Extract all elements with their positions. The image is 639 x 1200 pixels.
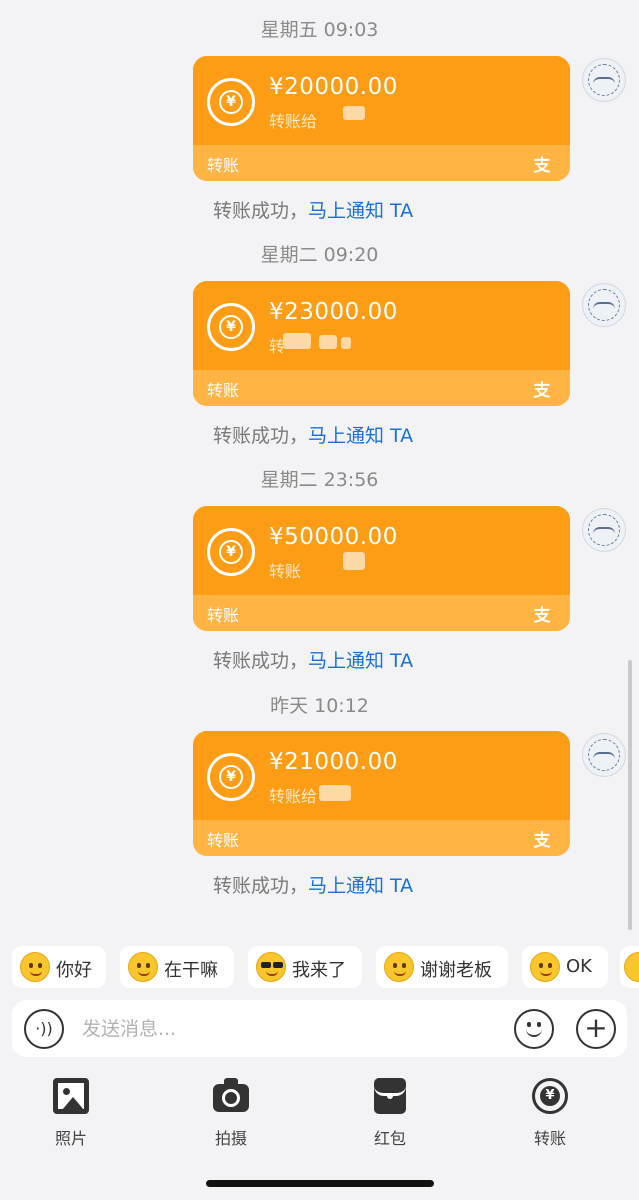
redaction xyxy=(343,552,365,570)
transfer-card-footer: 转账 支 xyxy=(193,145,570,181)
quick-reply-chip[interactable]: 你好 xyxy=(12,946,106,988)
transfer-status: 转账成功，马上通知 TA xyxy=(213,196,413,223)
wink-emoji-icon xyxy=(20,952,50,982)
message-timestamp: 星期二 09:20 xyxy=(260,244,379,266)
transfer-card-label: 转账 xyxy=(207,156,240,175)
transfer-card[interactable]: ¥ ¥23000.00 转 转账 支 xyxy=(193,281,570,406)
quick-reply-bar: 你好 在干嘛 我来了 谢谢老板 OK xyxy=(0,946,639,990)
quick-reply-chip[interactable]: OK xyxy=(522,946,608,988)
quick-reply-chip-partial[interactable] xyxy=(620,946,639,988)
contact-avatar[interactable] xyxy=(582,283,626,327)
transfer-card-body: ¥ ¥20000.00 转账给 xyxy=(193,56,570,145)
alipay-icon: 支 xyxy=(533,381,551,401)
ok-emoji-icon xyxy=(530,952,560,982)
photo-icon xyxy=(53,1078,89,1114)
redaction xyxy=(343,106,365,120)
chat-area: 星期五 09:03 ¥ ¥20000.00 转账给 转账 支 转账成功，马上通知… xyxy=(0,0,639,940)
notify-link[interactable]: 马上通知 TA xyxy=(308,650,413,672)
status-text: 转账成功， xyxy=(213,650,309,672)
status-text: 转账成功， xyxy=(213,875,309,897)
transfer-card[interactable]: ¥ ¥21000.00 转账给 转账 支 xyxy=(193,731,570,856)
transfer-card[interactable]: ¥ ¥20000.00 转账给 转账 支 xyxy=(193,56,570,181)
transfer-amount: ¥20000.00 xyxy=(269,74,398,100)
scrollbar[interactable] xyxy=(628,660,632,930)
attachment-toolbar: 照片 拍摄 红包 ¥ 转账 xyxy=(0,1070,639,1160)
transfer-card-label: 转账 xyxy=(207,606,240,625)
sunglasses-emoji-icon xyxy=(256,952,286,982)
transfer-icon: ¥ xyxy=(532,1078,568,1114)
transfer-note: 转账给 xyxy=(269,787,318,806)
transfer-amount: ¥21000.00 xyxy=(269,749,398,775)
transfer-card-body: ¥ ¥21000.00 转账给 xyxy=(193,731,570,820)
home-indicator[interactable] xyxy=(206,1180,434,1187)
notify-link[interactable]: 马上通知 TA xyxy=(308,425,413,447)
transfer-coin-icon: ¥ xyxy=(207,528,255,576)
redaction xyxy=(341,337,351,349)
photo-button[interactable]: 照片 xyxy=(26,1070,116,1150)
message-input[interactable] xyxy=(82,1012,482,1046)
quick-reply-chip[interactable]: 谢谢老板 xyxy=(376,946,508,988)
red-packet-button[interactable]: 红包 xyxy=(345,1070,435,1150)
contact-avatar[interactable] xyxy=(582,58,626,102)
transfer-card-label: 转账 xyxy=(207,831,240,850)
transfer-note: 转账给 xyxy=(269,112,318,131)
alipay-icon: 支 xyxy=(533,831,551,851)
grateful-emoji-icon xyxy=(384,952,414,982)
camera-icon xyxy=(213,1078,249,1112)
transfer-card-body: ¥ ¥23000.00 转 xyxy=(193,281,570,370)
transfer-card-label: 转账 xyxy=(207,381,240,400)
red-packet-icon xyxy=(374,1078,406,1114)
redaction xyxy=(319,335,337,349)
quick-reply-chip[interactable]: 在干嘛 xyxy=(120,946,234,988)
curious-emoji-icon xyxy=(128,952,158,982)
emoji-icon xyxy=(624,952,639,982)
message-timestamp: 星期五 09:03 xyxy=(260,19,379,41)
transfer-amount: ¥50000.00 xyxy=(269,524,398,550)
transfer-coin-icon: ¥ xyxy=(207,78,255,126)
transfer-note: 转账 xyxy=(269,562,302,581)
notify-link[interactable]: 马上通知 TA xyxy=(308,875,413,897)
alipay-icon: 支 xyxy=(533,156,551,176)
transfer-status: 转账成功，马上通知 TA xyxy=(213,871,413,898)
transfer-card-body: ¥ ¥50000.00 转账 xyxy=(193,506,570,595)
redaction xyxy=(319,785,351,801)
camera-button[interactable]: 拍摄 xyxy=(186,1070,276,1150)
voice-icon[interactable]: ·)) xyxy=(24,1009,64,1049)
transfer-coin-icon: ¥ xyxy=(207,753,255,801)
message-input-bar: ·)) + xyxy=(12,1000,627,1057)
transfer-card-footer: 转账 支 xyxy=(193,595,570,631)
transfer-status: 转账成功，马上通知 TA xyxy=(213,421,413,448)
transfer-status: 转账成功，马上通知 TA xyxy=(213,646,413,673)
alipay-icon: 支 xyxy=(533,606,551,626)
redaction xyxy=(283,333,311,349)
notify-link[interactable]: 马上通知 TA xyxy=(308,200,413,222)
contact-avatar[interactable] xyxy=(582,508,626,552)
status-text: 转账成功， xyxy=(213,200,309,222)
transfer-card-footer: 转账 支 xyxy=(193,820,570,856)
transfer-card[interactable]: ¥ ¥50000.00 转账 转账 支 xyxy=(193,506,570,631)
quick-reply-chip[interactable]: 我来了 xyxy=(248,946,362,988)
transfer-button[interactable]: ¥ 转账 xyxy=(505,1070,595,1150)
transfer-card-footer: 转账 支 xyxy=(193,370,570,406)
message-timestamp: 星期二 23:56 xyxy=(260,469,379,491)
plus-icon[interactable]: + xyxy=(576,1009,616,1049)
message-timestamp: 昨天 10:12 xyxy=(270,695,369,717)
transfer-coin-icon: ¥ xyxy=(207,303,255,351)
transfer-amount: ¥23000.00 xyxy=(269,299,398,325)
emoji-icon[interactable] xyxy=(514,1009,554,1049)
contact-avatar[interactable] xyxy=(582,733,626,777)
status-text: 转账成功， xyxy=(213,425,309,447)
